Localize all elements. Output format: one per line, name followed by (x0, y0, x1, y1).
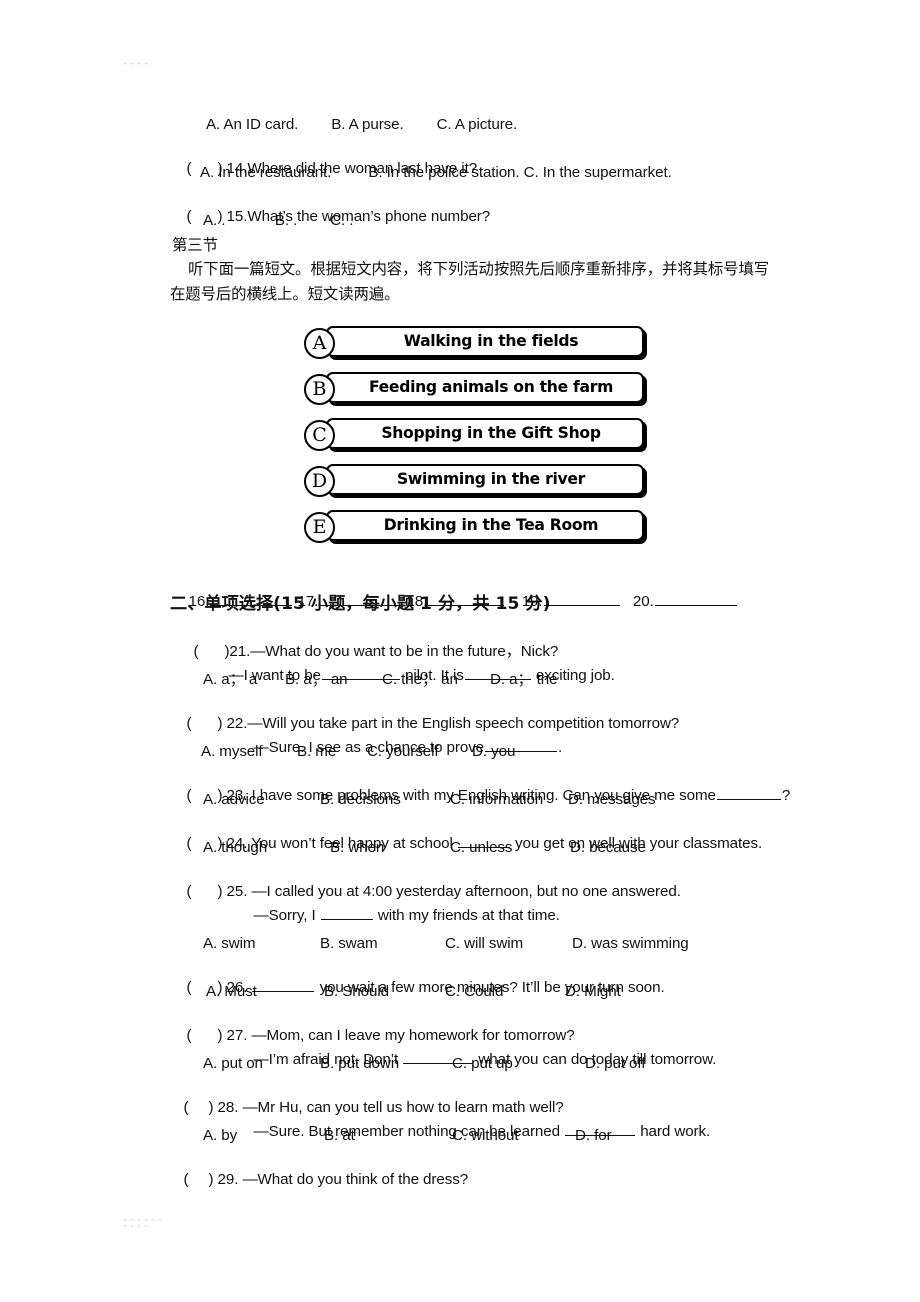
q28-check-paren[interactable]: ( (183, 1099, 188, 1116)
activity-letter-e: E (304, 512, 335, 543)
q23-option-c[interactable]: C. information (450, 790, 543, 810)
q22-option-d[interactable]: D. you (472, 742, 515, 762)
activity-label-d: Swimming in the river (396, 470, 586, 488)
answer-number-20: 20. (632, 593, 654, 610)
question-29-row: ( ) 29. —What do you think of the dress? (167, 1150, 468, 1210)
q23-stem-post: ? (781, 787, 791, 804)
activity-item: E Drinking in the Tea Room (304, 510, 644, 545)
q28-reply-post: hard work. (636, 1123, 711, 1140)
q25-option-b[interactable]: B. swam (320, 934, 378, 954)
q28-option-a[interactable]: A. by (203, 1126, 237, 1146)
scan-artifact-top: • • • • (124, 62, 149, 68)
q26-option-c[interactable]: C. Could (445, 982, 503, 1002)
activity-item: C Shopping in the Gift Shop (304, 418, 644, 453)
section-three-instruction-line2: 在题号后的横线上。短文读两遍。 (170, 285, 400, 303)
q22-option-b[interactable]: B. me (297, 742, 336, 762)
q28-option-b[interactable]: B. at (324, 1126, 355, 1146)
q26-option-a[interactable]: A. Must (206, 982, 257, 1002)
q25-blank-1[interactable] (320, 906, 373, 920)
q21-option-c[interactable]: C. the； an (382, 670, 458, 690)
q14-check-paren[interactable]: ( (186, 160, 191, 177)
q21-option-d[interactable]: D. a； the (490, 670, 558, 690)
activity-item: A Walking in the fields (304, 326, 644, 361)
q26-option-d[interactable]: D. Might (565, 982, 621, 1002)
section-three-instruction-line1: 听下面一篇短文。根据短文内容，将下列活动按照先后顺序重新排序，并将其标号填写 (188, 260, 770, 278)
answer-blank-19[interactable] (543, 592, 620, 606)
q13-options: A. An ID card. B. A purse. C. A picture. (206, 116, 518, 133)
section-two-heading: 二、单项选择(15 小题，每小题 1 分，共 15 分) (170, 594, 551, 614)
q15-options: A. . B. . C. . (203, 212, 354, 229)
q23-option-d[interactable]: D. messages (568, 790, 656, 810)
q26-option-b[interactable]: B. Should (324, 982, 389, 1002)
q27-option-a[interactable]: A. put on (203, 1054, 263, 1074)
activity-label-b: Feeding animals on the farm (368, 378, 614, 396)
q26-check-paren[interactable]: ( (186, 979, 191, 996)
q22-option-c[interactable]: C. yourself (367, 742, 439, 762)
activity-letter-b: B (304, 374, 335, 405)
q21-option-b[interactable]: B. a； an (285, 670, 348, 690)
q25-option-d[interactable]: D. was swimming (572, 934, 689, 954)
activity-item: B Feeding animals on the farm (304, 372, 644, 407)
activity-label-c: Shopping in the Gift Shop (381, 424, 601, 442)
q27-option-c[interactable]: C. put up (452, 1054, 513, 1074)
scan-artifact-bottom: • • • • • • • • • • (124, 1218, 163, 1230)
q24-option-b[interactable]: B. when (330, 838, 384, 858)
q24-option-a[interactable]: A. though (203, 838, 267, 858)
answer-blank-20[interactable] (654, 592, 737, 606)
activity-list: A Walking in the fields B Feeding animal… (304, 326, 644, 556)
q22-reply-post: . (558, 739, 563, 756)
q28-option-c[interactable]: C. without (452, 1126, 519, 1146)
q14-options: A. In the restaurant. B. In the police s… (200, 164, 672, 181)
q22-check-paren[interactable]: ( (186, 715, 191, 732)
q25-check-paren[interactable]: ( (186, 883, 191, 900)
q24-option-d[interactable]: D. because (570, 838, 646, 858)
activity-item: D Swimming in the river (304, 464, 644, 499)
q24-option-c[interactable]: C. unless (450, 838, 513, 858)
activity-label-e: Drinking in the Tea Room (383, 516, 599, 534)
q24-check-paren[interactable]: ( (186, 835, 191, 852)
q28-option-d[interactable]: D. for (575, 1126, 612, 1146)
q23-option-a[interactable]: A. advice (203, 790, 265, 810)
q29-stem: ) 29. —What do you think of the dress? (208, 1171, 469, 1188)
q29-check-paren[interactable]: ( (183, 1171, 188, 1188)
activity-letter-a: A (304, 328, 335, 359)
q27-option-d[interactable]: D. put off (585, 1054, 645, 1074)
q26-blank-1[interactable] (252, 978, 315, 992)
q27-check-paren[interactable]: ( (186, 1027, 191, 1044)
q25-option-a[interactable]: A. swim (203, 934, 256, 954)
activity-letter-d: D (304, 466, 335, 497)
q21-check-paren[interactable]: ( (193, 643, 198, 660)
q23-option-b[interactable]: B. decisions (320, 790, 401, 810)
q15-check-paren[interactable]: ( (186, 208, 191, 225)
q23-blank-1[interactable] (716, 786, 781, 800)
q23-check-paren[interactable]: ( (186, 787, 191, 804)
activity-letter-c: C (304, 420, 335, 451)
q25-option-c[interactable]: C. will swim (445, 934, 523, 954)
exam-page: • • • • • • • • • • • • • • A. An ID car… (0, 0, 920, 1302)
activity-label-a: Walking in the fields (403, 332, 579, 350)
q25-reply-pre: —Sorry, I (253, 907, 320, 924)
q22-option-a[interactable]: A. myself (201, 742, 263, 762)
q21-option-a[interactable]: A. a； a (203, 670, 257, 690)
q27-option-b[interactable]: B. put down (320, 1054, 399, 1074)
q25-reply-post: with my friends at that time. (373, 907, 560, 924)
section-three-label: 第三节 (172, 236, 218, 254)
